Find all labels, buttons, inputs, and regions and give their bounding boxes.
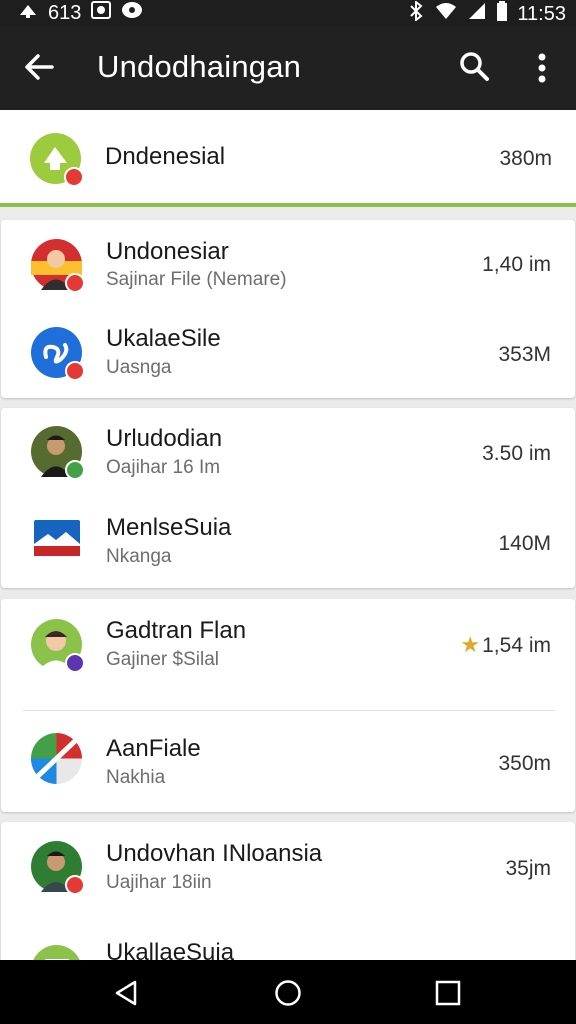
status-bar-right: 11:53 bbox=[407, 0, 566, 27]
item-size: 380m bbox=[499, 147, 552, 170]
status-left-text: 613 bbox=[48, 1, 82, 24]
item-size: 3.50 im bbox=[482, 442, 551, 465]
signal-icon bbox=[467, 2, 487, 26]
notification-icon bbox=[18, 1, 38, 25]
photo-icon bbox=[91, 1, 112, 25]
navigation-bar bbox=[0, 960, 576, 1024]
avatar bbox=[31, 426, 85, 480]
list-item[interactable]: AanFiale Nakhia 350m bbox=[1, 717, 575, 807]
list-item[interactable]: Undovhan INloansia Uajihar 18iin 35​jm bbox=[1, 822, 575, 912]
item-subtitle: Uasnga bbox=[106, 357, 172, 378]
list-card: Urludodian Oajihar 16 Im 3.50 im MenlseS… bbox=[1, 408, 575, 588]
back-triangle-icon[interactable] bbox=[111, 978, 141, 1008]
item-size: 1,40 im bbox=[482, 253, 551, 276]
list-item[interactable]: UkallaeSuia 150m bbox=[1, 922, 575, 960]
item-subtitle: Nakhia bbox=[106, 767, 166, 788]
list-item[interactable]: Undonesiar Sajinar File (Nemare) 1,40 im bbox=[1, 220, 575, 310]
badge-icon bbox=[65, 273, 85, 293]
badge-icon bbox=[65, 653, 85, 673]
avatar bbox=[31, 841, 85, 895]
avatar bbox=[31, 733, 82, 784]
app-bar: Undodhaingan bbox=[0, 26, 576, 110]
bluetooth-icon bbox=[407, 0, 425, 27]
item-size-value: 1,54 im bbox=[482, 634, 551, 657]
status-bar-left: 613 bbox=[18, 1, 143, 25]
item-subtitle: Sajinar File (Nemare) bbox=[106, 269, 287, 290]
list-item[interactable]: Gadtran Flan Gajiner $Silal ★1,54 im bbox=[1, 599, 575, 689]
item-name: Urludodian bbox=[106, 425, 223, 452]
star-icon: ★ bbox=[460, 632, 481, 657]
page-title: Undodhaingan bbox=[97, 49, 302, 84]
list-card: Undonesiar Sajinar File (Nemare) 1,40 im… bbox=[1, 220, 575, 398]
item-subtitle: Uajihar 18iin bbox=[106, 872, 212, 893]
badge-icon bbox=[65, 361, 85, 381]
item-size: ★1,54 im bbox=[460, 631, 551, 660]
list-item[interactable]: MenlseSuia Nkanga 140M bbox=[1, 498, 575, 588]
app-avatar bbox=[30, 133, 84, 187]
item-name: Gadtran Flan bbox=[106, 617, 247, 644]
list-item[interactable]: Urludodian Oajihar 16 Im 3.50 im bbox=[1, 408, 575, 498]
item-subtitle: Nkanga bbox=[106, 546, 172, 567]
list-item[interactable]: UkalaeSile Uasnga 353M bbox=[1, 310, 575, 400]
status-bar: 613 11:53 bbox=[0, 0, 576, 26]
top-item-card[interactable]: Dndenesial 380m bbox=[0, 110, 576, 207]
badge-icon bbox=[64, 167, 84, 187]
avatar bbox=[34, 520, 80, 556]
item-name: UkallaeSuia bbox=[106, 939, 235, 960]
avatar bbox=[31, 327, 85, 381]
avatar bbox=[31, 619, 85, 673]
more-vert-icon[interactable] bbox=[530, 48, 554, 88]
badge-icon bbox=[65, 875, 85, 895]
status-time: 11:53 bbox=[517, 2, 566, 25]
badge-icon bbox=[65, 460, 85, 480]
recents-square-icon[interactable] bbox=[433, 978, 463, 1008]
avatar bbox=[31, 239, 85, 293]
wifi-icon bbox=[435, 2, 457, 26]
item-size: 350m bbox=[498, 752, 551, 775]
item-size: 353M bbox=[498, 343, 551, 366]
search-icon[interactable] bbox=[458, 50, 490, 82]
circle-app-icon bbox=[121, 1, 143, 25]
item-size: 35​jm bbox=[505, 857, 551, 880]
item-name: Undovhan INloansia bbox=[106, 840, 323, 867]
list-card: Gadtran Flan Gajiner $Silal ★1,54 im Aan… bbox=[1, 599, 575, 812]
item-name: Undonesiar bbox=[106, 238, 229, 265]
item-name: MenlseSuia bbox=[106, 514, 232, 541]
back-arrow-icon[interactable] bbox=[22, 50, 56, 84]
battery-icon bbox=[497, 1, 508, 27]
item-subtitle: Gajiner $Silal bbox=[106, 649, 219, 670]
item-name: Dndenesial bbox=[105, 143, 226, 170]
file-list: Dndenesial 380m Undonesiar Sajinar File … bbox=[0, 110, 576, 960]
home-circle-icon[interactable] bbox=[273, 978, 303, 1008]
divider bbox=[23, 710, 555, 711]
item-size: 140M bbox=[498, 532, 551, 555]
avatar bbox=[31, 945, 82, 960]
item-name: UkalaeSile bbox=[106, 325, 221, 352]
item-subtitle: Oajihar 16 Im bbox=[106, 457, 221, 478]
item-name: AanFiale bbox=[106, 735, 201, 762]
list-card: Undovhan INloansia Uajihar 18iin 35​jm U… bbox=[1, 822, 575, 960]
